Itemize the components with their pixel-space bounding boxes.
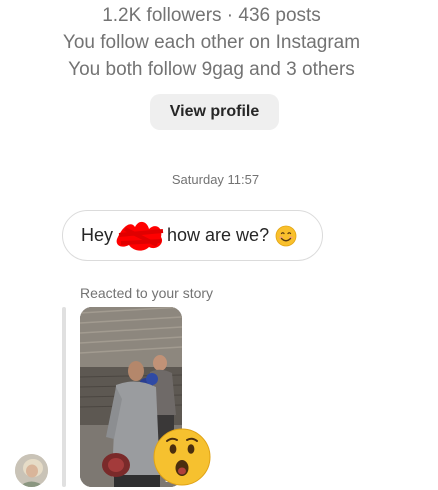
profile-info: 1.2K followers · 436 posts You follow ea… [0,0,423,83]
mutual-follows: You both follow 9gag and 3 others [68,59,355,80]
message-timestamp: Saturday 11:57 [171,172,260,187]
smiling-face-emoji [275,225,297,247]
view-profile-button[interactable]: View profile [150,94,279,130]
avatar[interactable] [15,454,48,487]
follow-relationship: You follow each other on Instagram [62,32,361,53]
story-reaction-label: Reacted to your story [80,285,214,301]
message-bubble[interactable]: Hey how are we? [62,210,323,261]
message-text-suffix: how are we? [167,225,270,245]
story-reply-bar [62,307,66,487]
astonished-face-emoji [152,427,212,487]
profile-stats: 1.2K followers · 436 posts [102,5,321,26]
message-text-prefix: Hey [81,225,114,245]
redaction-scribble [116,221,164,251]
